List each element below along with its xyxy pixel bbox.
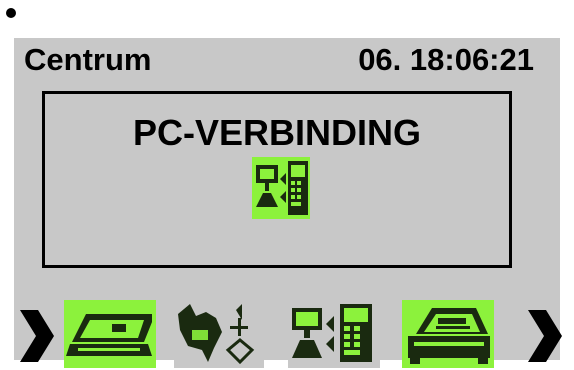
dialog-title: PC-VERBINDING — [132, 112, 422, 153]
menu-item-pc-connection[interactable] — [288, 300, 380, 368]
pc-connection-icon — [288, 300, 380, 368]
menu-item-printer[interactable] — [402, 300, 494, 368]
scale-icon — [64, 300, 156, 368]
chevron-left-icon[interactable] — [16, 310, 54, 362]
bullet-marker — [6, 8, 16, 18]
connection-dialog: PC-VERBINDING — [42, 91, 512, 268]
menu-item-scale[interactable] — [64, 300, 156, 368]
lcd-screen: Centrum 06. 18:06:21 PC-VERBINDING — [14, 38, 562, 368]
bird-icon — [174, 300, 264, 368]
chevron-right-icon[interactable] — [524, 310, 562, 362]
location-label: Centrum — [24, 42, 152, 77]
printer-icon — [402, 300, 494, 368]
menu-item-bird[interactable] — [174, 300, 264, 368]
datetime-label: 06. 18:06:21 — [358, 42, 534, 77]
pc-connection-icon — [252, 157, 310, 219]
